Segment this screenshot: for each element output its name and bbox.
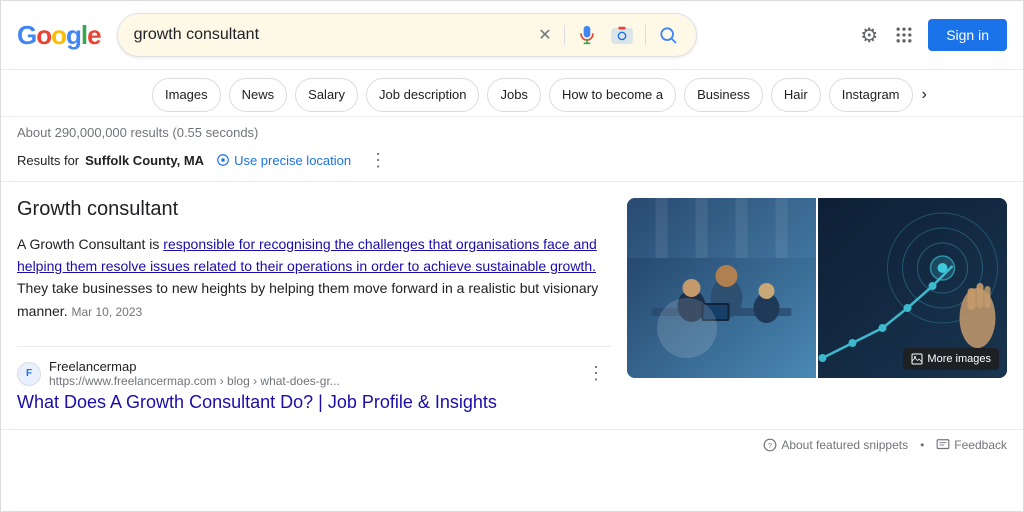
precise-location-label: Use precise location <box>234 153 351 168</box>
google-logo: Google <box>17 20 101 51</box>
about-snippets-link[interactable]: ? About featured snippets <box>763 438 908 452</box>
lens-button[interactable] <box>609 22 635 48</box>
search-input[interactable] <box>134 26 529 44</box>
feedback-link[interactable]: Feedback <box>936 438 1007 452</box>
tab-job-description[interactable]: Job description <box>366 78 479 112</box>
tab-salary[interactable]: Salary <box>295 78 358 112</box>
header-right: ⚙ Sign in <box>858 19 1007 51</box>
tab-hair[interactable]: Hair <box>771 78 821 112</box>
snippet-date: Mar 10, 2023 <box>71 305 142 319</box>
snippet-title: Growth consultant <box>17 198 611 221</box>
clear-button[interactable]: ✕ <box>536 23 553 47</box>
tab-news[interactable]: News <box>229 78 288 112</box>
images-panel: More images <box>627 198 1007 378</box>
feedback-icon <box>936 438 950 452</box>
search-icons-group: ✕ <box>536 22 679 48</box>
camera-icon <box>611 24 633 46</box>
chart-tech-image[interactable]: More images <box>818 198 1007 378</box>
search-submit-button[interactable] <box>656 23 680 47</box>
footer-bar: ? About featured snippets • Feedback <box>1 429 1023 460</box>
source-url: https://www.freelancermap.com › blog › w… <box>49 374 573 388</box>
apps-grid-icon <box>894 25 914 45</box>
results-for-label: Results for <box>17 153 79 168</box>
about-snippets-text: About featured snippets <box>781 438 908 452</box>
settings-button[interactable]: ⚙ <box>858 21 880 50</box>
tabs-scroll-right[interactable]: › <box>918 82 931 108</box>
featured-snippet: Growth consultant A Growth Consultant is… <box>17 198 611 348</box>
more-images-label: More images <box>927 353 991 365</box>
icon-divider <box>564 25 565 45</box>
footer-dot: • <box>920 438 924 452</box>
google-search-page: Google ✕ <box>0 0 1024 512</box>
location-name: Suffolk County, MA <box>85 153 204 168</box>
snippet-pre-text: A Growth Consultant is <box>17 236 163 252</box>
location-bar: Results for Suffolk County, MA Use preci… <box>1 144 1023 182</box>
result-link[interactable]: What Does A Growth Consultant Do? | Job … <box>17 392 497 412</box>
tab-how-to-become[interactable]: How to become a <box>549 78 676 112</box>
microphone-icon <box>577 25 597 45</box>
tab-business[interactable]: Business <box>684 78 763 112</box>
main-content: Growth consultant A Growth Consultant is… <box>1 182 1023 430</box>
header: Google ✕ <box>1 1 1023 70</box>
voice-search-button[interactable] <box>575 23 599 47</box>
source-row: F Freelancermap https://www.freelancerma… <box>17 359 611 388</box>
tab-images[interactable]: Images <box>152 78 221 112</box>
tab-instagram[interactable]: Instagram <box>829 78 913 112</box>
source-options-button[interactable]: ⋮ <box>581 361 611 386</box>
search-bar: ✕ <box>117 13 697 57</box>
feedback-text: Feedback <box>954 438 1007 452</box>
source-name: Freelancermap <box>49 359 573 374</box>
location-options-button[interactable]: ⋮ <box>363 148 393 173</box>
left-column: Growth consultant A Growth Consultant is… <box>17 198 611 414</box>
business-meeting-svg <box>627 198 816 378</box>
apps-button[interactable] <box>892 23 916 47</box>
icon-divider2 <box>645 25 646 45</box>
search-icon <box>658 25 678 45</box>
source-favicon: F <box>17 362 41 386</box>
snippet-body: A Growth Consultant is responsible for r… <box>17 233 611 323</box>
precise-location-button[interactable]: Use precise location <box>210 151 357 170</box>
more-images-overlay[interactable]: More images <box>903 348 999 370</box>
location-pin-icon <box>216 153 230 167</box>
search-tabs: Images News Salary Job description Jobs … <box>1 70 1023 117</box>
source-info: Freelancermap https://www.freelancermap.… <box>49 359 573 388</box>
image-icon <box>911 353 923 365</box>
right-column: More images <box>627 198 1007 414</box>
business-meeting-image[interactable] <box>627 198 816 378</box>
results-count: About 290,000,000 results (0.55 seconds) <box>1 117 1023 144</box>
tab-jobs[interactable]: Jobs <box>487 78 540 112</box>
help-icon: ? <box>763 438 777 452</box>
sign-in-button[interactable]: Sign in <box>928 19 1007 51</box>
svg-text:?: ? <box>768 441 772 450</box>
